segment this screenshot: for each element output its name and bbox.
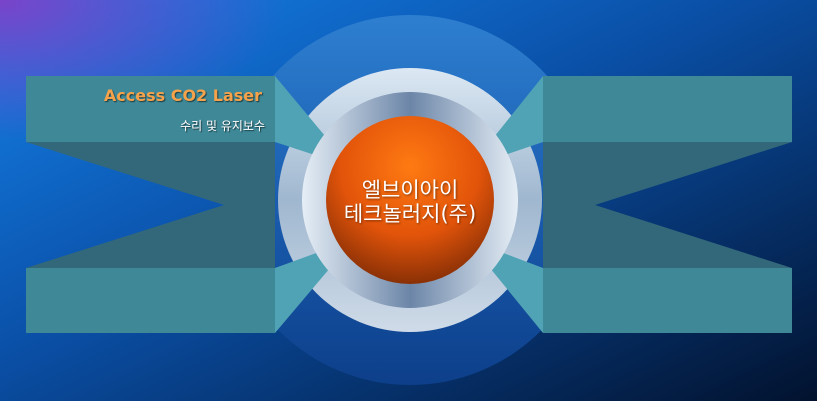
right-panel-bottom-face	[543, 268, 792, 333]
company-name-line-2: 테크놀러지(주)	[343, 202, 477, 226]
left-panel-bottom-face	[26, 268, 275, 333]
product-title: Access CO2 Laser	[103, 86, 262, 105]
company-name-line-1: 엘브이아이	[361, 178, 459, 202]
company-name: 엘브이아이 테크놀러지(주)	[326, 178, 494, 226]
right-panel-top-face	[543, 76, 792, 142]
product-subtitle: 수리 및 유지보수	[180, 119, 265, 133]
